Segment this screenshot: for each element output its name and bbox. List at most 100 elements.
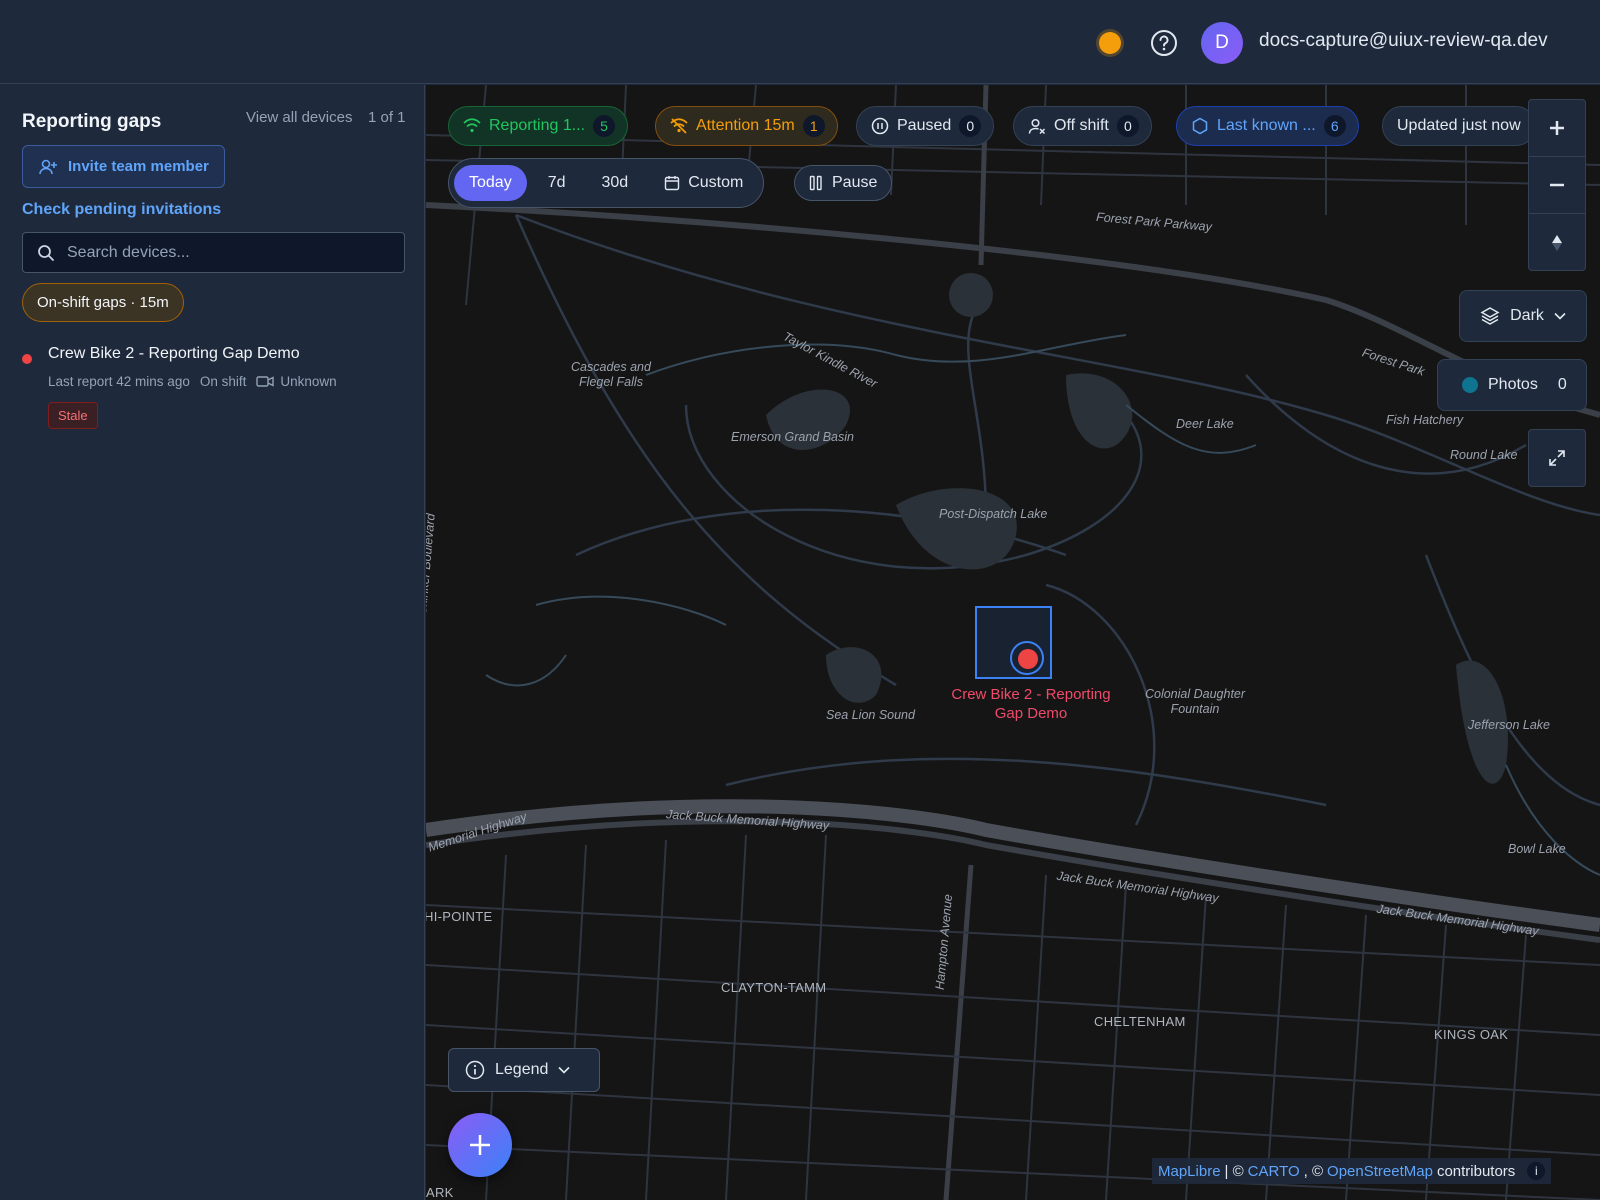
minus-icon bbox=[1550, 183, 1564, 187]
status-pill-count: 1 bbox=[802, 115, 825, 137]
plus-icon bbox=[470, 1135, 490, 1155]
device-last-report: Last report 42 mins ago bbox=[48, 374, 190, 389]
range-7d[interactable]: 7d bbox=[533, 165, 581, 201]
device-shift-status: On shift bbox=[199, 374, 247, 389]
updated-status: Updated just now bbox=[1382, 106, 1536, 146]
expand-icon bbox=[1549, 450, 1565, 466]
status-pill-label: Off shift bbox=[1054, 117, 1109, 134]
device-list-item[interactable]: Crew Bike 2 - Reporting Gap Demo Last re… bbox=[18, 345, 408, 435]
top-bar: D docs-capture@uiux-review-qa.dev bbox=[0, 0, 1600, 84]
legend-button[interactable]: Legend bbox=[448, 1048, 600, 1092]
device-camera-status: Unknown bbox=[280, 374, 337, 389]
view-all-devices-link[interactable]: View all devices bbox=[246, 109, 352, 126]
hexagon-icon bbox=[1192, 117, 1208, 135]
invite-team-member-button[interactable]: Invite team member bbox=[22, 145, 225, 188]
wifi-off-icon bbox=[670, 118, 688, 134]
user-email[interactable]: docs-capture@uiux-review-qa.dev bbox=[1259, 30, 1548, 52]
range-today[interactable]: Today bbox=[454, 165, 527, 201]
openstreetmap-link[interactable]: OpenStreetMap bbox=[1327, 1163, 1433, 1180]
map-label-place: Jefferson Lake bbox=[1468, 718, 1550, 732]
compass-button[interactable] bbox=[1529, 214, 1585, 271]
map-label-place: Bowl Lake bbox=[1508, 842, 1566, 856]
map-label-place: Round Lake bbox=[1450, 448, 1518, 462]
sidebar: Reporting gaps View all devices 1 of 1 I… bbox=[0, 85, 425, 1200]
photos-toggle[interactable]: Photos 0 bbox=[1437, 359, 1587, 411]
attribution-separator: | © bbox=[1224, 1162, 1244, 1180]
invite-button-label: Invite team member bbox=[68, 158, 209, 175]
add-user-icon bbox=[39, 159, 57, 174]
info-icon bbox=[465, 1060, 485, 1080]
device-name[interactable]: Crew Bike 2 - Reporting Gap Demo bbox=[48, 345, 300, 363]
carto-link[interactable]: CARTO bbox=[1248, 1163, 1300, 1180]
zoom-out-button[interactable] bbox=[1529, 157, 1585, 214]
device-marker-label[interactable]: Crew Bike 2 - Reporting Gap Demo bbox=[941, 685, 1121, 723]
device-marker[interactable] bbox=[1018, 649, 1038, 669]
user-avatar[interactable]: D bbox=[1201, 22, 1243, 64]
add-fab-button[interactable] bbox=[448, 1113, 512, 1177]
search-icon bbox=[38, 244, 54, 261]
pause-icon bbox=[809, 175, 822, 191]
map-label-neighborhood: HI-POINTE bbox=[426, 909, 493, 924]
plus-icon bbox=[1550, 121, 1564, 135]
wifi-icon bbox=[463, 118, 481, 133]
map-label-place: Colonial Daughter Fountain bbox=[1144, 687, 1246, 716]
stale-badge: Stale bbox=[48, 402, 98, 429]
pause-button[interactable]: Pause bbox=[794, 165, 893, 201]
status-pill-count: 6 bbox=[1323, 115, 1346, 137]
search-input[interactable] bbox=[67, 243, 387, 262]
map-canvas[interactable]: Forest Park Parkway Forest Park Cascades… bbox=[426, 85, 1600, 1200]
status-pill-off-shift[interactable]: Off shift 0 bbox=[1013, 106, 1152, 146]
map-label-neighborhood: KINGS OAK bbox=[1434, 1027, 1509, 1042]
map-label-place: Fish Hatchery bbox=[1386, 413, 1464, 427]
status-pill-label: Attention 15m bbox=[696, 117, 795, 134]
device-camera: Unknown bbox=[256, 374, 337, 389]
filter-chip-onshift-gaps[interactable]: On-shift gaps · 15m bbox=[22, 283, 184, 322]
sidebar-title: Reporting gaps bbox=[22, 111, 162, 132]
status-pill-count: 0 bbox=[959, 115, 982, 137]
legend-label: Legend bbox=[495, 1061, 549, 1078]
chevron-down-icon bbox=[558, 1066, 570, 1074]
status-pill-label: Last known ... bbox=[1217, 117, 1316, 134]
zoom-in-button[interactable] bbox=[1529, 100, 1585, 157]
fullscreen-button[interactable] bbox=[1528, 429, 1586, 487]
map-label-neighborhood: CHELTENHAM bbox=[1094, 1014, 1186, 1029]
range-custom-label: Custom bbox=[688, 174, 744, 191]
maplibre-link[interactable]: MapLibre bbox=[1158, 1163, 1221, 1180]
map-style-dropdown[interactable]: Dark bbox=[1459, 290, 1587, 342]
pending-invitations-link[interactable]: Check pending invitations bbox=[22, 201, 221, 219]
zoom-controls bbox=[1528, 99, 1586, 271]
map-label-place: Cascades and Flegel Falls bbox=[571, 360, 651, 389]
status-pill-attention[interactable]: Attention 15m 1 bbox=[655, 106, 838, 146]
chevron-down-icon bbox=[1554, 312, 1566, 320]
help-icon[interactable] bbox=[1150, 29, 1178, 57]
pause-circle-icon bbox=[871, 117, 889, 135]
device-search[interactable] bbox=[22, 232, 405, 273]
connection-status-indicator[interactable] bbox=[1099, 32, 1121, 54]
map-label-place: Deer Lake bbox=[1176, 417, 1234, 431]
range-30d[interactable]: 30d bbox=[587, 165, 644, 201]
status-pill-last-known[interactable]: Last known ... 6 bbox=[1176, 106, 1359, 146]
time-range-selector[interactable]: Today 7d 30d Custom bbox=[448, 158, 765, 208]
status-pill-paused[interactable]: Paused 0 bbox=[856, 106, 995, 146]
range-custom[interactable]: Custom bbox=[649, 165, 758, 201]
map-label-place: Emerson Grand Basin bbox=[731, 430, 854, 444]
attribution-tail: contributors bbox=[1436, 1162, 1516, 1180]
photos-count: 0 bbox=[1557, 376, 1567, 393]
photos-indicator bbox=[1462, 377, 1478, 393]
status-pill-count: 5 bbox=[593, 115, 616, 137]
attribution-info-icon[interactable]: i bbox=[1527, 1162, 1546, 1180]
video-camera-icon bbox=[256, 376, 275, 387]
status-pill-reporting[interactable]: Reporting 1... 5 bbox=[448, 106, 629, 146]
attribution-separator: , © bbox=[1303, 1162, 1324, 1180]
map-label-place: Post-Dispatch Lake bbox=[939, 507, 1048, 521]
map-label-neighborhood: ARK bbox=[426, 1185, 454, 1200]
status-pill-label: Paused bbox=[897, 117, 952, 134]
status-pill-label: Reporting 1... bbox=[489, 117, 586, 134]
compass-icon bbox=[1552, 234, 1562, 251]
photos-label: Photos bbox=[1488, 376, 1538, 393]
map-label-place: Sea Lion Sound bbox=[826, 708, 915, 722]
map-style-label: Dark bbox=[1510, 307, 1544, 324]
map-label-neighborhood: CLAYTON-TAMM bbox=[721, 980, 827, 995]
calendar-icon bbox=[665, 176, 680, 191]
device-meta: Last report 42 mins ago On shift Unknown bbox=[48, 374, 337, 389]
